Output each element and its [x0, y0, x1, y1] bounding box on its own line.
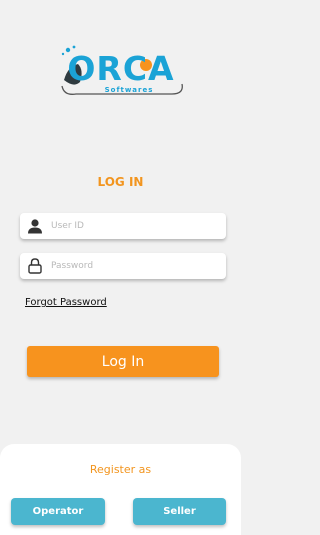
register-label: Register as [89, 463, 152, 476]
login-button[interactable]: Log In [27, 346, 219, 377]
brand-logo: ORCA Softwares [54, 44, 188, 98]
register-panel: Register as Operator Seller [0, 444, 241, 535]
forgot-password-link[interactable]: Forgot Password [25, 297, 107, 308]
register-operator-button[interactable]: Operator [11, 498, 105, 525]
user-id-field[interactable] [20, 213, 226, 239]
page-title: LOG IN [97, 175, 144, 189]
person-icon [20, 213, 50, 239]
register-seller-button[interactable]: Seller [133, 498, 226, 525]
password-input[interactable] [50, 261, 211, 271]
user-id-input[interactable] [50, 221, 211, 231]
lock-icon [20, 253, 50, 279]
logo-subtitle: Softwares [104, 86, 154, 94]
password-field[interactable] [20, 253, 226, 279]
logo-wordmark: ORCA [67, 49, 175, 88]
